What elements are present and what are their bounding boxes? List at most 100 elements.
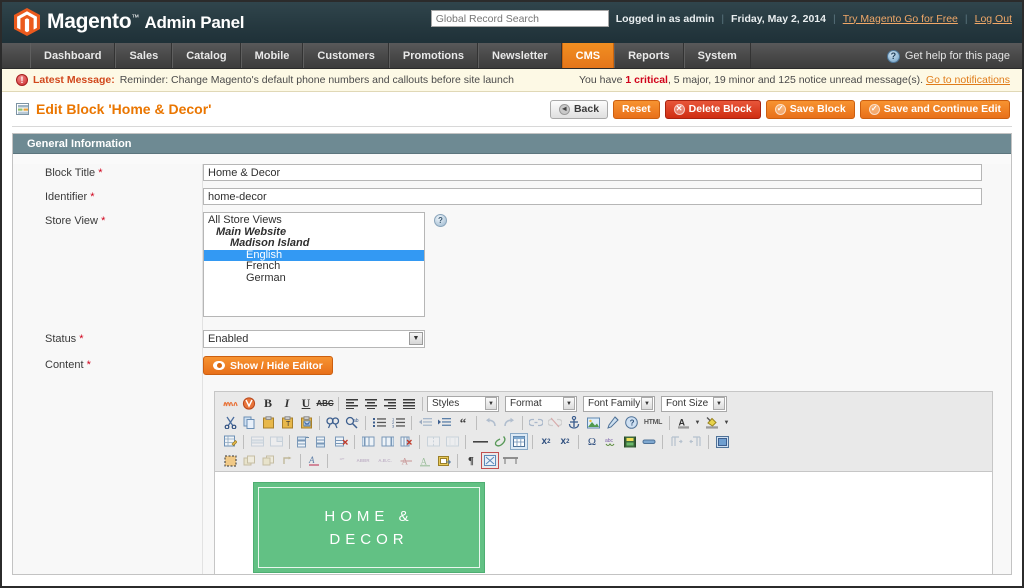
identifier-input[interactable]: [203, 188, 982, 205]
fullscreen-icon[interactable]: [713, 433, 731, 450]
nav-item-reports[interactable]: Reports: [614, 43, 684, 68]
indent-icon[interactable]: [435, 414, 453, 431]
nav-item-customers[interactable]: Customers: [303, 43, 389, 68]
anchor-icon[interactable]: [565, 414, 583, 431]
table-icon[interactable]: [510, 433, 528, 450]
nav-item-cms[interactable]: CMS: [561, 43, 615, 68]
format-select[interactable]: Format ▼: [505, 395, 577, 412]
cell-props-icon[interactable]: [267, 433, 285, 450]
logout-link[interactable]: Log Out: [975, 13, 1012, 25]
remove-format-icon[interactable]: [491, 433, 509, 450]
back-button[interactable]: ◂ Back: [549, 99, 609, 119]
numbered-list-icon[interactable]: 123: [389, 414, 407, 431]
try-magento-go-link[interactable]: Try Magento Go for Free: [843, 13, 958, 25]
insert-col-before-icon[interactable]: [359, 433, 377, 450]
media-icon[interactable]: [621, 433, 639, 450]
align-justify-icon[interactable]: [400, 395, 418, 412]
paste-word-icon[interactable]: [297, 414, 315, 431]
row-props-icon[interactable]: [248, 433, 266, 450]
reset-button[interactable]: Reset: [613, 99, 660, 119]
spellcheck-icon[interactable]: abc: [602, 433, 620, 450]
background-color-icon[interactable]: [703, 414, 721, 431]
block-title-input[interactable]: [203, 164, 982, 181]
nav-item-newsletter[interactable]: Newsletter: [478, 43, 562, 68]
visual-chars-icon[interactable]: ¶: [462, 452, 480, 469]
store-view-option[interactable]: Madison Island: [204, 237, 424, 250]
find-replace-icon[interactable]: ab: [343, 414, 361, 431]
editor-content-area[interactable]: HOME & DECOR: [214, 471, 993, 574]
link-icon[interactable]: [527, 414, 545, 431]
attributes-icon[interactable]: [435, 452, 453, 469]
styles-select[interactable]: Styles ▼: [427, 395, 499, 412]
outdent-icon[interactable]: [416, 414, 434, 431]
find-icon[interactable]: [324, 414, 342, 431]
edit-table-icon[interactable]: [221, 433, 239, 450]
rtl-icon[interactable]: [686, 433, 704, 450]
insert-row-before-icon[interactable]: [294, 433, 312, 450]
get-help-link[interactable]: ? Get help for this page: [886, 43, 1010, 69]
font-size-select[interactable]: Font Size ▼: [661, 395, 727, 412]
select-all-icon[interactable]: [221, 452, 239, 469]
acronym-icon[interactable]: A.B.C.: [374, 452, 396, 469]
bold-icon[interactable]: B: [259, 395, 277, 412]
store-view-option[interactable]: German: [204, 272, 424, 285]
nav-item-sales[interactable]: Sales: [115, 43, 173, 68]
magento-widget-icon[interactable]: [221, 395, 239, 412]
delete-block-button[interactable]: ✕ Delete Block: [664, 99, 761, 119]
logo[interactable]: Magento™ Admin Panel: [14, 8, 244, 36]
save-block-button[interactable]: ✓ Save Block: [765, 99, 855, 119]
cite-icon[interactable]: “”: [332, 452, 352, 469]
html-icon[interactable]: HTML: [641, 414, 665, 431]
paste-text-icon[interactable]: T: [278, 414, 296, 431]
layer-backward-icon[interactable]: [259, 452, 277, 469]
copy-icon[interactable]: [240, 414, 258, 431]
bullet-list-icon[interactable]: [370, 414, 388, 431]
chevron-down-icon[interactable]: ▼: [722, 414, 731, 431]
cleanup-icon[interactable]: [603, 414, 621, 431]
nonbreaking-icon[interactable]: [481, 452, 499, 469]
align-center-icon[interactable]: [362, 395, 380, 412]
style-props-icon[interactable]: A: [305, 452, 323, 469]
nav-item-dashboard[interactable]: Dashboard: [30, 43, 116, 68]
chevron-down-icon[interactable]: ▼: [693, 414, 702, 431]
magento-variable-icon[interactable]: [240, 395, 258, 412]
horizontal-rule-icon[interactable]: [470, 433, 490, 450]
unlink-icon[interactable]: [546, 414, 564, 431]
font-family-select[interactable]: Font Family ▼: [583, 395, 655, 412]
align-right-icon[interactable]: [381, 395, 399, 412]
pagebreak-icon[interactable]: [500, 452, 520, 469]
help-circle-icon[interactable]: ?: [434, 214, 447, 227]
global-search-input[interactable]: [430, 10, 609, 27]
chevron-down-icon[interactable]: ▼: [409, 332, 423, 345]
insert-row-after-icon[interactable]: [313, 433, 331, 450]
nav-item-mobile[interactable]: Mobile: [240, 43, 304, 68]
nav-item-system[interactable]: System: [683, 43, 751, 68]
image-icon[interactable]: [584, 414, 602, 431]
charmap-icon[interactable]: Ω: [583, 433, 601, 450]
store-view-option-selected[interactable]: English: [204, 249, 424, 261]
strikethrough-icon[interactable]: ABC: [316, 395, 334, 412]
nav-item-promotions[interactable]: Promotions: [388, 43, 478, 68]
paste-icon[interactable]: [259, 414, 277, 431]
superscript-icon[interactable]: x2: [556, 433, 574, 450]
align-left-icon[interactable]: [343, 395, 361, 412]
nav-item-catalog[interactable]: Catalog: [172, 43, 241, 68]
split-cells-icon[interactable]: [424, 433, 442, 450]
italic-icon[interactable]: I: [278, 395, 296, 412]
cut-icon[interactable]: [221, 414, 239, 431]
del-icon[interactable]: A: [397, 452, 415, 469]
delete-row-icon[interactable]: [332, 433, 350, 450]
ltr-icon[interactable]: [667, 433, 685, 450]
underline-icon[interactable]: U: [297, 395, 315, 412]
store-view-option[interactable]: All Store Views: [204, 214, 424, 227]
home-decor-content-block[interactable]: HOME & DECOR: [253, 482, 485, 573]
delete-col-icon[interactable]: [397, 433, 415, 450]
undo-icon[interactable]: [481, 414, 499, 431]
insert-col-after-icon[interactable]: [378, 433, 396, 450]
merge-cells-icon[interactable]: [443, 433, 461, 450]
blockquote-icon[interactable]: “: [454, 414, 472, 431]
redo-icon[interactable]: [500, 414, 518, 431]
text-color-icon[interactable]: A: [674, 414, 692, 431]
status-select[interactable]: Enabled ▼: [203, 330, 425, 348]
subscript-icon[interactable]: x2: [537, 433, 555, 450]
